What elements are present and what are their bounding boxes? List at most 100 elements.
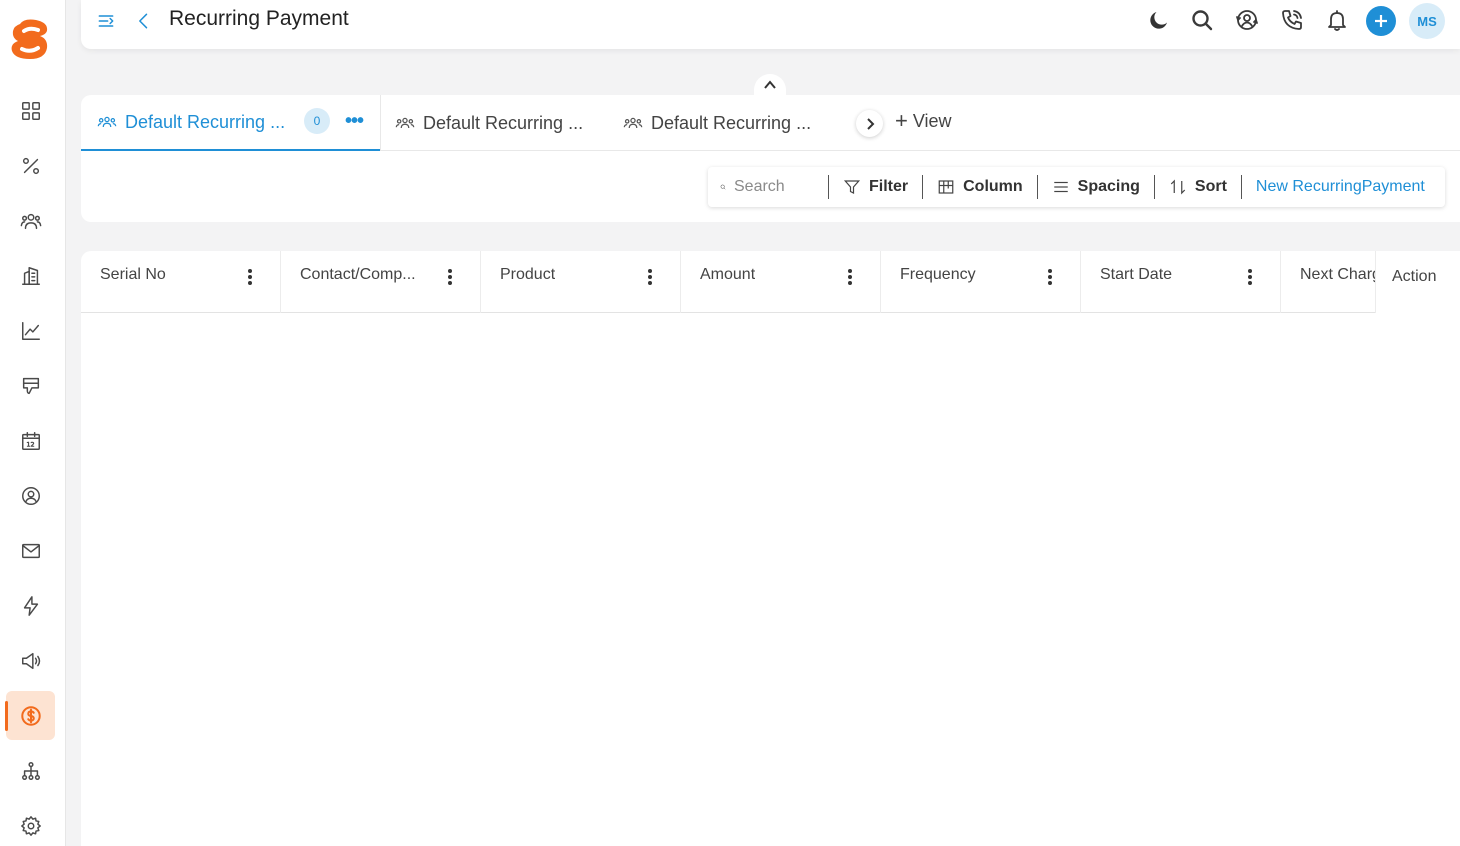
menu-toggle-button[interactable]	[91, 6, 121, 36]
sidebar-item-automation[interactable]	[6, 581, 55, 630]
group-icon	[97, 116, 117, 128]
notifications-button[interactable]	[1322, 5, 1352, 35]
spacing-label: Spacing	[1077, 178, 1140, 195]
search-icon	[720, 184, 726, 190]
group-icon	[623, 117, 643, 129]
column-label: Frequency	[900, 266, 976, 283]
settings-icon	[20, 815, 41, 836]
chevron-left-icon	[139, 13, 148, 29]
column-menu-icon[interactable]	[846, 267, 854, 287]
filter-button[interactable]: Filter	[829, 167, 922, 207]
search-input[interactable]	[734, 178, 814, 196]
column-label: Next Charge	[1300, 266, 1375, 283]
column-header-action: Action	[1375, 251, 1460, 313]
chevron-up-icon	[764, 80, 776, 89]
calendar-icon: 12	[21, 431, 40, 450]
tab-label: Default Recurring ...	[651, 112, 812, 133]
column-header-product[interactable]: Product	[481, 251, 681, 313]
view-tabs: Default Recurring ... 0 ••• Default Recu…	[81, 95, 1460, 151]
add-view-label: View	[912, 110, 952, 131]
tab-default-recurring-2[interactable]: Default Recurring ...	[395, 95, 583, 151]
dollar-icon	[20, 705, 41, 726]
dashboard-icon	[21, 101, 40, 120]
filter-icon	[843, 180, 861, 194]
table-toolbar: Filter Column Spacing Sort New Recurring…	[708, 167, 1445, 207]
sidebar-item-companies[interactable]	[6, 251, 55, 300]
column-label: Serial No	[100, 266, 166, 283]
column-label: Action	[1392, 268, 1437, 285]
column-header-amount[interactable]: Amount	[681, 251, 881, 313]
column-menu-icon[interactable]	[1046, 267, 1054, 287]
contacts-icon	[20, 213, 41, 229]
column-label: Product	[500, 266, 556, 283]
sort-label: Sort	[1194, 178, 1227, 195]
moon-icon	[1150, 12, 1167, 29]
spacing-button[interactable]: Spacing	[1038, 167, 1154, 207]
app-logo[interactable]	[10, 18, 50, 60]
svg-text:12: 12	[26, 440, 34, 448]
sidebar-item-contacts[interactable]	[6, 196, 55, 245]
add-view-button[interactable]: + View	[895, 110, 952, 132]
top-header: Recurring Payment MS	[81, 0, 1460, 49]
hierarchy-icon	[21, 761, 40, 780]
percent-icon	[22, 157, 39, 174]
call-button[interactable]	[1277, 5, 1307, 35]
bell-icon	[1328, 10, 1346, 31]
dark-mode-toggle[interactable]	[1144, 5, 1174, 35]
sidebar-item-deals[interactable]	[6, 141, 55, 190]
quick-add-button[interactable]	[1366, 6, 1396, 36]
column-menu-icon[interactable]	[246, 267, 254, 287]
tab-divider	[380, 95, 381, 151]
back-button[interactable]	[129, 6, 159, 36]
collapse-panel-button[interactable]	[754, 74, 786, 96]
column-header-serial-no[interactable]: Serial No	[81, 251, 281, 313]
table-header: Serial No Contact/Comp... Product Amount…	[81, 251, 1460, 313]
search-box[interactable]	[708, 167, 828, 207]
tab-label: Default Recurring ...	[423, 112, 584, 133]
sidebar-item-users[interactable]	[6, 471, 55, 520]
column-header-frequency[interactable]: Frequency	[881, 251, 1081, 313]
mail-icon	[21, 543, 40, 558]
thumbs-down-icon	[22, 377, 39, 394]
spacing-icon	[1053, 181, 1068, 193]
sort-icon	[1170, 179, 1186, 195]
column-header-contact-company[interactable]: Contact/Comp...	[281, 251, 481, 313]
lightning-icon	[23, 595, 38, 616]
sidebar-item-mail[interactable]	[6, 526, 55, 575]
view-panel: Default Recurring ... 0 ••• Default Recu…	[81, 95, 1460, 222]
sidebar-item-recurring-payment[interactable]	[5, 691, 55, 740]
plus-icon: +	[895, 108, 908, 133]
group-icon	[395, 117, 415, 129]
column-menu-icon[interactable]	[646, 267, 654, 287]
tab-more-button[interactable]: •••	[343, 109, 365, 133]
tab-count-badge: 0	[304, 108, 330, 134]
sidebar-item-workflow[interactable]	[6, 746, 55, 795]
user-avatar[interactable]: MS	[1409, 3, 1445, 39]
sidebar: 12	[0, 0, 66, 846]
chevron-right-icon	[866, 117, 874, 130]
megaphone-icon	[21, 652, 40, 669]
global-search-button[interactable]	[1187, 5, 1217, 35]
column-button[interactable]: Column	[923, 167, 1037, 207]
menu-toggle-icon	[98, 15, 114, 27]
sidebar-item-calendar[interactable]: 12	[6, 416, 55, 465]
column-menu-icon[interactable]	[1246, 267, 1254, 287]
chart-icon	[21, 321, 40, 340]
column-label: Contact/Comp...	[300, 266, 416, 283]
column-header-start-date[interactable]: Start Date	[1081, 251, 1281, 313]
new-recurring-payment-button[interactable]: New RecurringPayment	[1242, 167, 1439, 207]
user-switch-button[interactable]	[1232, 5, 1262, 35]
column-label: Column	[963, 178, 1023, 195]
sidebar-item-campaigns[interactable]	[6, 636, 55, 685]
tab-default-recurring-1[interactable]: Default Recurring ...	[81, 95, 380, 151]
sidebar-item-reports[interactable]	[6, 306, 55, 355]
column-menu-icon[interactable]	[446, 267, 454, 287]
filter-label: Filter	[869, 178, 909, 195]
tab-default-recurring-3[interactable]: Default Recurring ...	[623, 95, 811, 151]
sidebar-item-feedback[interactable]	[6, 361, 55, 410]
sort-button[interactable]: Sort	[1155, 167, 1241, 207]
sidebar-item-settings[interactable]	[6, 801, 55, 846]
tabs-scroll-right-button[interactable]	[856, 110, 883, 137]
sidebar-item-dashboard[interactable]	[6, 86, 55, 135]
column-label: Amount	[700, 266, 756, 283]
